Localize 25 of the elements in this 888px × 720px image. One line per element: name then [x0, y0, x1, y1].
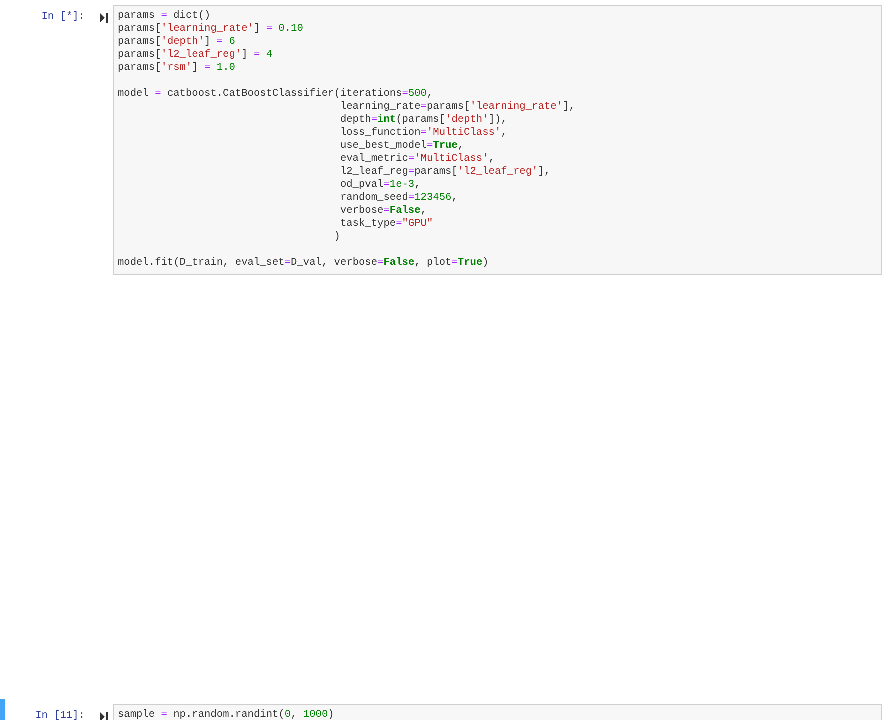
code-line: params['depth'] = 6 [118, 36, 236, 49]
cell-prompt: In [11]: [34, 709, 85, 720]
code-line: eval_metric='MultiClass', [339, 153, 496, 166]
code-line: params = dict() [118, 10, 212, 23]
code-line: ) [333, 231, 342, 244]
code-line: use_best_model=True, [339, 140, 466, 153]
code-line: sample = np.random.randint(0, 1000) [118, 709, 336, 720]
code-line: task_type="GPU" [339, 218, 434, 231]
code-line: od_pval=1e-3, [339, 179, 422, 192]
code-line: model.fit(D_train, eval_set=D_val, verbose=False, plot=True) [118, 257, 490, 270]
cell-prompt: In [*]: [40, 10, 85, 24]
run-step-icon[interactable] [100, 13, 108, 23]
code-line: params['rsm'] = 1.0 [118, 62, 236, 75]
run-step-icon[interactable] [100, 712, 108, 720]
code-line: params['l2_leaf_reg'] = 4 [118, 49, 274, 62]
code-line: loss_function='MultiClass', [339, 127, 508, 140]
code-line: random_seed=123456, [339, 192, 459, 205]
code-line: l2_leaf_reg=params['l2_leaf_reg'], [339, 166, 552, 179]
selected-cell[interactable]: In [11]: sample = np.random.randint(0, 1000) [0, 699, 888, 720]
code-line: learning_rate=params['learning_rate'], [339, 101, 576, 114]
code-line: depth=int(params['depth']), [339, 114, 508, 127]
code-line: verbose=False, [339, 205, 428, 218]
code-input-area[interactable]: sample = np.random.randint(0, 1000) [113, 704, 882, 720]
code-line: model = catboost.CatBoostClassifier(iterations=500, [118, 88, 434, 101]
code-line: params['learning_rate'] = 0.10 [118, 23, 304, 36]
